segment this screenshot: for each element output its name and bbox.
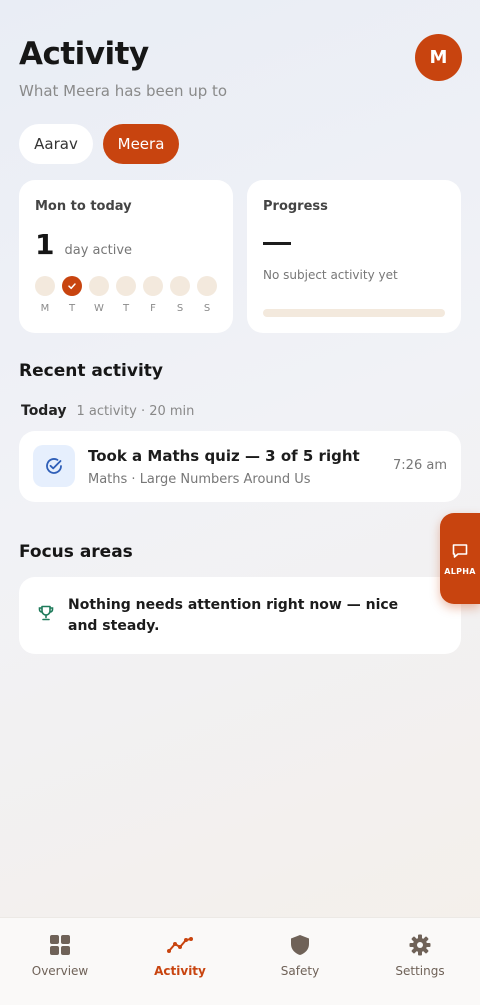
weekday-monday: M: [35, 276, 55, 314]
nav-overview-label: Overview: [31, 964, 89, 978]
weekday-friday: F: [143, 276, 163, 314]
shield-icon: [291, 935, 309, 955]
days-active-row: 1 day active: [35, 228, 132, 261]
activity-title: Took a Maths quiz — 3 of 5 right: [88, 447, 360, 465]
progress-bar: [263, 309, 445, 317]
trend-icon: [167, 937, 193, 953]
day-group-label: Today: [21, 403, 67, 419]
day-letter: M: [40, 303, 50, 314]
chat-bubble-icon: [452, 544, 468, 558]
progress-empty-dash: [263, 242, 291, 245]
progress-card-label: Progress: [263, 199, 328, 214]
nav-settings[interactable]: Settings: [360, 918, 480, 1005]
nav-overview[interactable]: Overview: [0, 918, 120, 1005]
nav-settings-label: Settings: [395, 964, 445, 978]
day-letter: S: [176, 303, 184, 314]
check-circle-icon: [46, 458, 62, 474]
trophy-icon: [38, 605, 54, 621]
progress-card: Progress No subject activity yet: [247, 180, 461, 333]
day-dot: [35, 276, 55, 296]
grid-icon: [50, 935, 70, 955]
day-dot: [197, 276, 217, 296]
alpha-chat-button[interactable]: ALPHA: [440, 513, 480, 604]
weekday-dots: M T W T F S S: [35, 276, 217, 314]
progress-note: No subject activity yet: [263, 268, 398, 282]
day-dot: [116, 276, 136, 296]
day-dot: [170, 276, 190, 296]
page-title: Activity: [19, 36, 149, 72]
weekday-saturday: S: [170, 276, 190, 314]
nav-activity-label: Activity: [154, 964, 206, 978]
child-selector: Aarav Meera: [19, 124, 179, 164]
alpha-label: ALPHA: [444, 567, 476, 576]
weekday-tuesday: T: [62, 276, 82, 314]
focus-message: Nothing needs attention right now — nice…: [68, 597, 399, 634]
day-letter: T: [122, 303, 130, 314]
day-group-header: Today 1 activity · 20 min: [21, 403, 194, 419]
activity-item[interactable]: Took a Maths quiz — 3 of 5 right Maths ·…: [19, 431, 461, 502]
nav-safety[interactable]: Safety: [240, 918, 360, 1005]
focus-areas-title: Focus areas: [19, 542, 133, 562]
day-dot: [89, 276, 109, 296]
focus-card: Nothing needs attention right now — nice…: [19, 577, 461, 654]
weekday-wednesday: W: [89, 276, 109, 314]
avatar[interactable]: M: [415, 34, 462, 81]
day-letter: W: [94, 303, 104, 314]
activity-icon-badge: [33, 445, 75, 487]
week-card-label: Mon to today: [35, 199, 132, 214]
weekday-sunday: S: [197, 276, 217, 314]
check-icon: [68, 283, 76, 290]
day-letter: F: [150, 303, 156, 314]
day-letter: T: [68, 303, 76, 314]
gear-icon: [409, 934, 431, 956]
week-activity-card: Mon to today 1 day active M T W T F S S: [19, 180, 233, 333]
page-subtitle: What Meera has been up to: [19, 82, 228, 100]
day-letter: S: [203, 303, 211, 314]
nav-safety-label: Safety: [280, 964, 320, 978]
days-active-text: day active: [64, 243, 133, 258]
child-chip-aarav[interactable]: Aarav: [19, 124, 93, 164]
days-active-count: 1: [35, 228, 55, 261]
bottom-nav: Overview Activity Safety Settings: [0, 917, 480, 1005]
day-group-meta: 1 activity · 20 min: [76, 404, 195, 419]
day-dot-done: [62, 276, 82, 296]
recent-activity-title: Recent activity: [19, 361, 163, 381]
weekday-thursday: T: [116, 276, 136, 314]
page-header: Activity What Meera has been up to: [19, 36, 227, 100]
day-dot: [143, 276, 163, 296]
activity-time: 7:26 am: [393, 458, 447, 473]
nav-activity[interactable]: Activity: [120, 918, 240, 1005]
activity-subtitle: Maths · Large Numbers Around Us: [88, 472, 311, 487]
child-chip-meera[interactable]: Meera: [103, 124, 179, 164]
